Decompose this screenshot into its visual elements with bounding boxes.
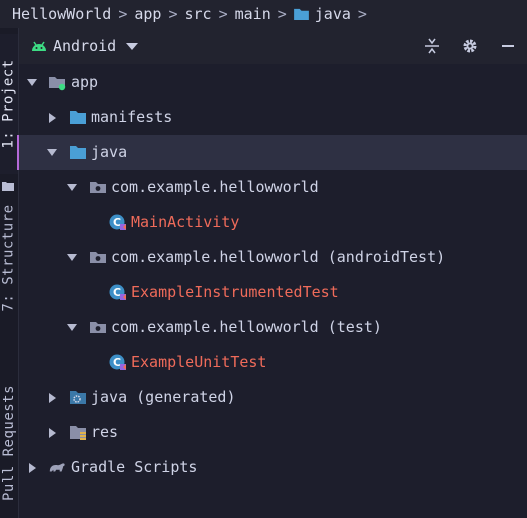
module-folder-icon	[49, 77, 66, 91]
folder-icon	[70, 146, 86, 159]
expand-arrow-icon[interactable]	[29, 463, 36, 473]
gradle-icon	[49, 463, 65, 472]
android-icon	[32, 41, 46, 51]
breadcrumb-separator: >	[218, 5, 228, 23]
minimize-icon[interactable]	[499, 37, 517, 55]
project-panel-header: Android	[19, 28, 527, 64]
tree-item-java[interactable]: java	[17, 135, 527, 170]
tab-pull-requests[interactable]: Pull Requests	[0, 368, 18, 518]
breadcrumb-item-main[interactable]: main	[235, 5, 271, 23]
kotlin-class-icon: C	[109, 214, 126, 230]
package-icon	[90, 182, 106, 193]
package-icon	[90, 322, 106, 333]
svg-text:C: C	[113, 216, 121, 229]
expand-arrow-icon[interactable]	[49, 428, 56, 438]
breadcrumb-separator: >	[277, 5, 287, 23]
view-mode-dropdown[interactable]: Android	[31, 37, 139, 55]
tree-item-res[interactable]: res	[19, 415, 527, 450]
breadcrumb-item-src[interactable]: src	[185, 5, 212, 23]
kotlin-class-icon: C	[109, 354, 126, 370]
breadcrumb-item-app[interactable]: app	[134, 5, 161, 23]
tree-item-class[interactable]: C MainActivity	[19, 205, 527, 240]
tool-window-strip: 1: Project 7: Structure Pull Requests	[0, 28, 19, 518]
expand-arrow-icon[interactable]	[67, 324, 77, 331]
tab-structure[interactable]: 7: Structure	[0, 193, 18, 323]
expand-arrow-icon[interactable]	[67, 254, 77, 261]
tree-item-package[interactable]: com.example.hellowworld (androidTest)	[19, 240, 527, 275]
svg-text:C: C	[113, 356, 121, 369]
kotlin-class-icon: C	[109, 284, 126, 300]
gear-icon[interactable]	[461, 37, 479, 55]
folder-icon	[293, 8, 309, 20]
expand-arrow-icon[interactable]	[67, 184, 77, 191]
svg-text:C: C	[113, 286, 121, 299]
collapse-all-icon[interactable]	[423, 37, 441, 55]
tree-item-app[interactable]: app	[19, 65, 527, 100]
tree-item-class[interactable]: C ExampleUnitTest	[19, 345, 527, 380]
project-folder-icon	[2, 176, 14, 191]
view-mode-label: Android	[53, 37, 117, 55]
expand-arrow-icon[interactable]	[27, 79, 37, 86]
generated-folder-icon	[70, 391, 86, 404]
expand-arrow-icon[interactable]	[47, 149, 57, 156]
expand-arrow-icon[interactable]	[49, 113, 56, 123]
chevron-down-icon	[126, 42, 139, 50]
tree-item-class[interactable]: C ExampleInstrumentedTest	[19, 275, 527, 310]
breadcrumb-item-java[interactable]: java	[293, 5, 351, 23]
tree-item-java-generated[interactable]: java (generated)	[19, 380, 527, 415]
breadcrumb-item-project[interactable]: HellowWorld	[12, 5, 111, 23]
project-tree: app manifests java com.example.hellowwor…	[17, 64, 527, 518]
resource-folder-icon	[70, 426, 86, 440]
tree-item-package[interactable]: com.example.hellowworld	[19, 170, 527, 205]
tree-item-package[interactable]: com.example.hellowworld (test)	[19, 310, 527, 345]
breadcrumb-separator: >	[118, 5, 128, 23]
tree-item-gradle-scripts[interactable]: Gradle Scripts	[19, 450, 527, 485]
tree-item-manifests[interactable]: manifests	[19, 100, 527, 135]
breadcrumb-separator: >	[357, 5, 367, 23]
breadcrumb: HellowWorld > app > src > main > java >	[0, 0, 527, 28]
breadcrumb-separator: >	[168, 5, 178, 23]
expand-arrow-icon[interactable]	[49, 393, 56, 403]
package-icon	[90, 252, 106, 263]
folder-icon	[70, 111, 86, 124]
tab-project[interactable]: 1: Project	[0, 34, 18, 174]
